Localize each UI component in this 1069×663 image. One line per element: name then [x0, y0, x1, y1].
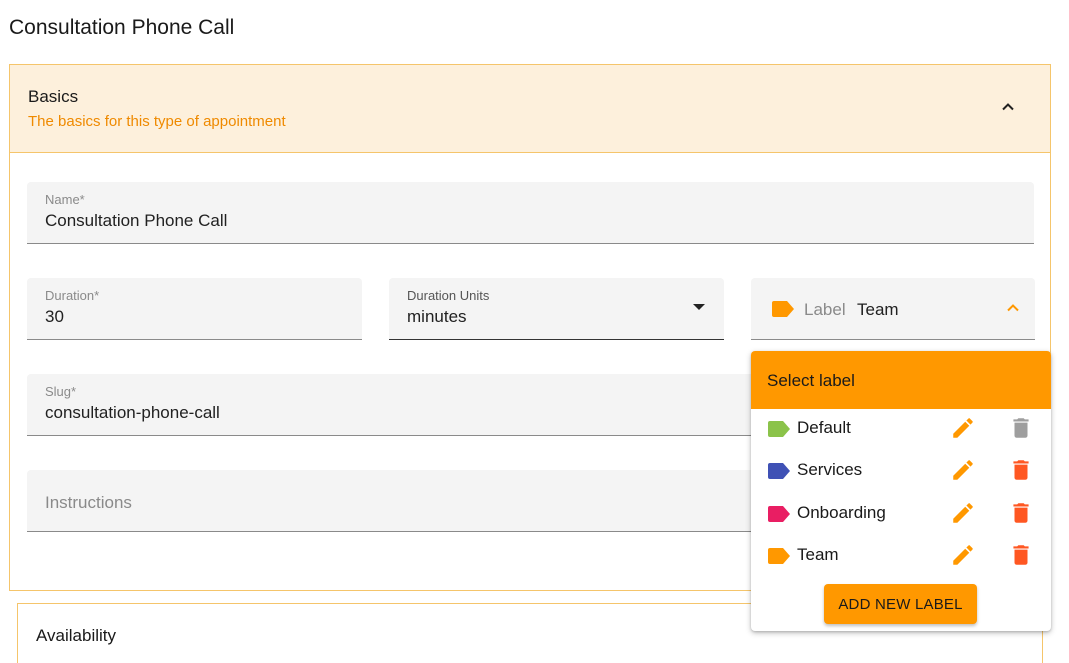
label-selector-label: Label	[804, 300, 846, 319]
basics-subtitle: The basics for this type of appointment	[28, 113, 286, 130]
trash-icon[interactable]	[1008, 457, 1034, 483]
page-title: Consultation Phone Call	[9, 16, 235, 39]
trash-icon[interactable]	[1008, 415, 1034, 441]
pencil-icon[interactable]	[950, 542, 976, 568]
pencil-icon[interactable]	[950, 415, 976, 441]
name-label: Name*	[45, 192, 85, 207]
duration-field[interactable]: Duration* 30	[27, 278, 362, 340]
availability-title: Availability	[36, 626, 117, 645]
duration-units-select[interactable]: Duration Units minutes	[389, 278, 724, 340]
select-label-popup: Select label Default Services Onboarding	[751, 351, 1051, 631]
popup-header: Select label	[751, 351, 1051, 409]
label-selector-value: Team	[857, 300, 899, 319]
label-option-services[interactable]: Services	[751, 450, 1051, 492]
collapse-button[interactable]	[996, 95, 1020, 119]
label-tag-icon	[768, 548, 790, 564]
duration-label: Duration*	[45, 288, 100, 303]
label-name: Onboarding	[797, 503, 886, 522]
pencil-icon[interactable]	[950, 500, 976, 526]
popup-title: Select label	[767, 371, 855, 390]
name-value[interactable]: Consultation Phone Call	[45, 211, 227, 231]
label-tag-icon	[768, 463, 790, 479]
chevron-up-icon	[1002, 103, 1014, 111]
label-selector[interactable]: Label Team	[751, 278, 1035, 340]
label-name: Team	[797, 545, 839, 564]
trash-icon[interactable]	[1008, 500, 1034, 526]
label-option-onboarding[interactable]: Onboarding	[751, 493, 1051, 535]
label-option-default[interactable]: Default	[751, 408, 1051, 450]
slug-label: Slug*	[45, 384, 77, 399]
duration-units-label: Duration Units	[407, 288, 490, 303]
instructions-placeholder: Instructions	[45, 493, 132, 512]
duration-value[interactable]: 30	[45, 307, 64, 327]
duration-units-value: minutes	[407, 307, 467, 326]
label-name: Default	[797, 418, 851, 437]
dropdown-arrow-icon	[693, 304, 705, 310]
label-tag-icon	[768, 506, 790, 522]
trash-icon[interactable]	[1008, 542, 1034, 568]
label-tag-icon	[768, 421, 790, 437]
label-tag-icon	[772, 301, 794, 317]
label-option-team[interactable]: Team	[751, 535, 1051, 577]
pencil-icon[interactable]	[950, 457, 976, 483]
name-field[interactable]: Name* Consultation Phone Call	[27, 182, 1034, 244]
slug-value[interactable]: consultation-phone-call	[45, 403, 220, 423]
chevron-up-icon	[1007, 304, 1019, 312]
label-name: Services	[797, 460, 863, 479]
basics-title: Basics	[28, 87, 79, 106]
add-new-label-button[interactable]: ADD NEW LABEL	[824, 584, 977, 624]
basics-panel-header[interactable]: Basics The basics for this type of appoi…	[10, 65, 1050, 153]
